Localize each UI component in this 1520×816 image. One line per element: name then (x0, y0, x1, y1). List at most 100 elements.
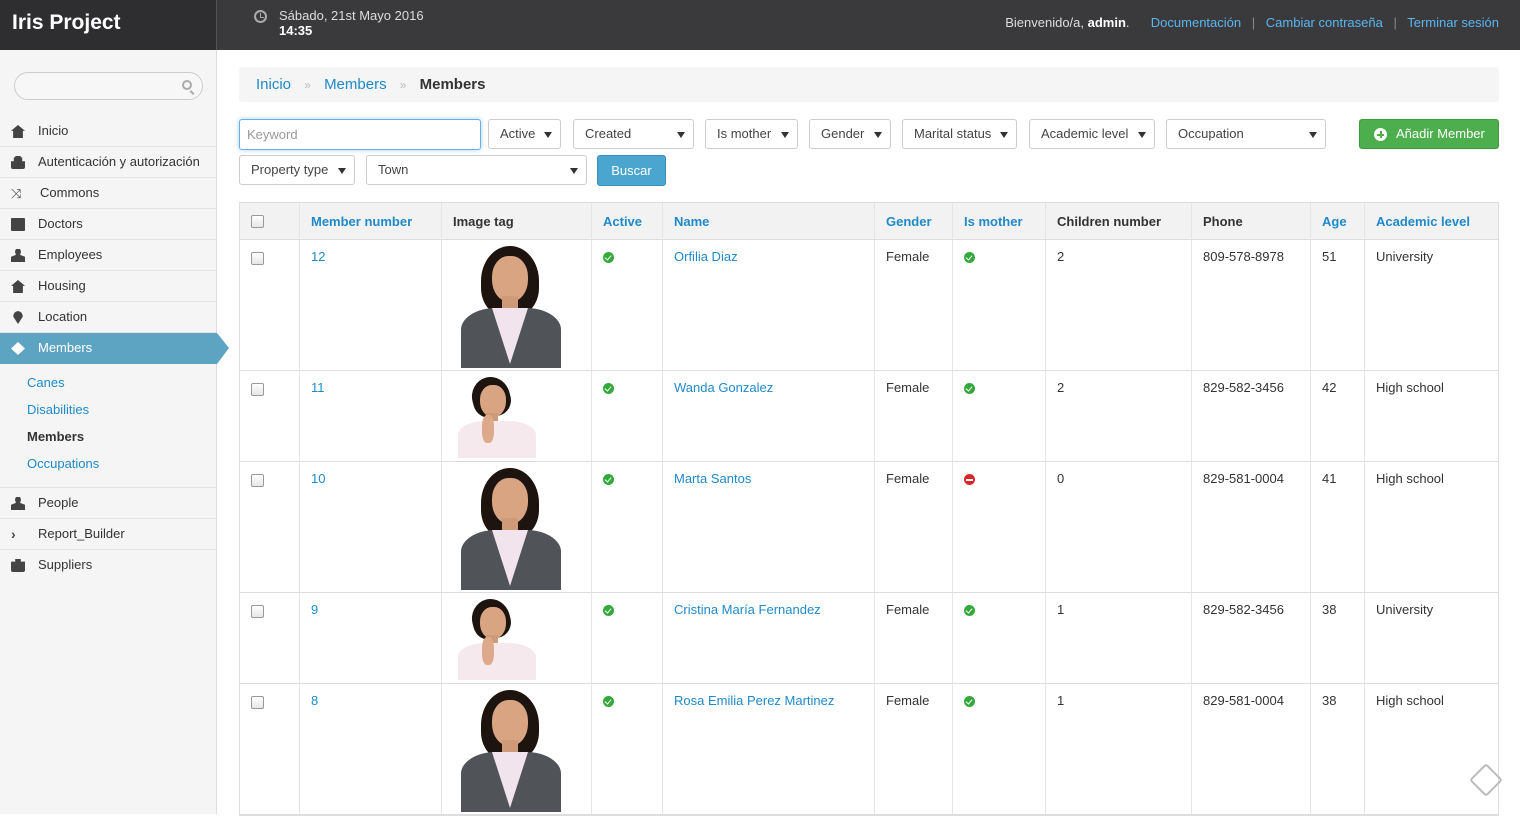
image-tag-cell (441, 240, 591, 370)
sidebar-item-report-builder[interactable]: › Report_Builder (0, 519, 217, 550)
breadcrumb-current: Members (419, 76, 486, 93)
header-member-number[interactable]: Member number (299, 203, 441, 239)
member-number-cell: 12 (299, 240, 441, 370)
sidebar-item-doctors[interactable]: Doctors (0, 209, 217, 240)
sidebar-search-input[interactable] (25, 73, 185, 99)
documentation-link[interactable]: Documentación (1151, 15, 1241, 30)
is-mother-cell (952, 240, 1045, 370)
welcome-text: Bienvenido/a, (1005, 15, 1084, 30)
filter-created[interactable]: Created (573, 119, 694, 149)
filter-gender[interactable]: Gender (809, 119, 891, 149)
subnav-item-canes[interactable]: Canes (27, 372, 217, 399)
breadcrumb-home[interactable]: Inicio (256, 76, 291, 93)
member-name-link[interactable]: Wanda Gonzalez (674, 380, 773, 395)
filter-academic-level[interactable]: Academic level (1029, 119, 1155, 149)
sidebar-item-auth[interactable]: Autenticación y autorización (0, 147, 217, 178)
keyword-input[interactable] (239, 119, 481, 150)
check-circle-icon (964, 383, 975, 394)
sidebar-item-commons[interactable]: ⤨ Commons (0, 178, 217, 209)
academic-level-cell: High school (1364, 462, 1498, 592)
filter-property-type[interactable]: Property type (239, 155, 355, 185)
subnav-item-members[interactable]: Members (27, 426, 217, 453)
filter-active[interactable]: Active (488, 119, 561, 149)
sidebar-item-suppliers[interactable]: Suppliers (0, 550, 217, 581)
lock-icon (11, 156, 25, 169)
breadcrumb-members[interactable]: Members (324, 76, 387, 93)
caret-down-icon (570, 168, 578, 174)
sidebar-item-label: People (38, 495, 79, 510)
user-icon (11, 497, 25, 510)
header-academic-level[interactable]: Academic level (1364, 203, 1498, 239)
sidebar-item-employees[interactable]: Employees (0, 240, 217, 271)
clock-icon (254, 10, 267, 23)
image-tag-cell (441, 371, 591, 461)
phone-cell: 829-582-3456 (1191, 371, 1310, 461)
search-icon[interactable] (182, 80, 192, 90)
member-name-link[interactable]: Marta Santos (674, 471, 751, 486)
sidebar: Inicio Autenticación y autorización ⤨ Co… (0, 50, 229, 814)
select-cell (240, 684, 299, 814)
header-gender[interactable]: Gender (874, 203, 952, 239)
filter-marital-status[interactable]: Marital status (902, 119, 1017, 149)
filter-label: Is mother (717, 126, 772, 141)
sidebar-item-location[interactable]: Location (0, 302, 217, 333)
check-circle-icon (964, 605, 975, 616)
member-number-link[interactable]: 9 (311, 602, 318, 617)
row-checkbox[interactable] (251, 605, 264, 618)
header-select-cell (240, 203, 299, 239)
gender-cell: Female (874, 240, 952, 370)
add-member-button[interactable]: Añadir Member (1359, 119, 1499, 149)
members-icon (11, 342, 25, 355)
check-circle-icon (964, 252, 975, 263)
academic-level-cell: University (1364, 240, 1498, 370)
filter-town[interactable]: Town (366, 155, 587, 185)
header-is-mother[interactable]: Is mother (952, 203, 1045, 239)
sidebar-item-members[interactable]: Members (0, 333, 229, 364)
member-name-link[interactable]: Orfilia Diaz (674, 249, 738, 264)
logout-link[interactable]: Terminar sesión (1407, 15, 1499, 30)
active-cell (591, 371, 662, 461)
filter-is-mother[interactable]: Is mother (705, 119, 798, 149)
member-number-cell: 8 (299, 684, 441, 814)
sidebar-item-housing[interactable]: Housing (0, 271, 217, 302)
subnav-item-disabilities[interactable]: Disabilities (27, 399, 217, 426)
shuffle-icon: ⤨ (11, 186, 22, 201)
member-number-link[interactable]: 12 (311, 249, 325, 264)
select-all-checkbox[interactable] (251, 215, 264, 228)
row-checkbox[interactable] (251, 474, 264, 487)
app-title[interactable]: Iris Project (0, 0, 217, 50)
home-icon (11, 125, 25, 138)
select-cell (240, 240, 299, 370)
filter-label: Occupation (1178, 126, 1244, 141)
search-button[interactable]: Buscar (597, 155, 666, 186)
children-number-cell: 1 (1045, 593, 1191, 683)
member-photo (459, 466, 563, 590)
member-name-link[interactable]: Rosa Emilia Perez Martinez (674, 693, 834, 708)
sidebar-item-label: Suppliers (38, 557, 93, 572)
filter-label: Academic level (1041, 126, 1129, 141)
filter-occupation[interactable]: Occupation (1166, 119, 1326, 149)
image-tag-cell (441, 593, 591, 683)
sidebar-item-inicio[interactable]: Inicio (0, 116, 217, 147)
subnav-item-occupations[interactable]: Occupations (27, 453, 217, 480)
home-icon (11, 280, 25, 293)
header-active[interactable]: Active (591, 203, 662, 239)
sidebar-item-label: Autenticación y autorización (38, 154, 200, 169)
image-tag-cell (441, 462, 591, 592)
briefcase-icon (11, 559, 25, 572)
member-name-link[interactable]: Cristina María Fernandez (674, 602, 821, 617)
member-number-link[interactable]: 11 (311, 380, 325, 395)
row-checkbox[interactable] (251, 696, 264, 709)
member-number-link[interactable]: 10 (311, 471, 325, 486)
row-checkbox[interactable] (251, 252, 264, 265)
member-number-link[interactable]: 8 (311, 693, 318, 708)
header-age[interactable]: Age (1310, 203, 1364, 239)
header-name[interactable]: Name (662, 203, 874, 239)
filter-label: Gender (821, 126, 865, 141)
sidebar-item-people[interactable]: People (0, 488, 217, 519)
member-photo (459, 244, 563, 368)
table-row: 10 Marta Santos Female 0 829-581-0004 41 High … (240, 462, 1498, 593)
age-cell: 38 (1310, 684, 1364, 814)
row-checkbox[interactable] (251, 383, 264, 396)
change-password-link[interactable]: Cambiar contraseña (1266, 15, 1383, 30)
